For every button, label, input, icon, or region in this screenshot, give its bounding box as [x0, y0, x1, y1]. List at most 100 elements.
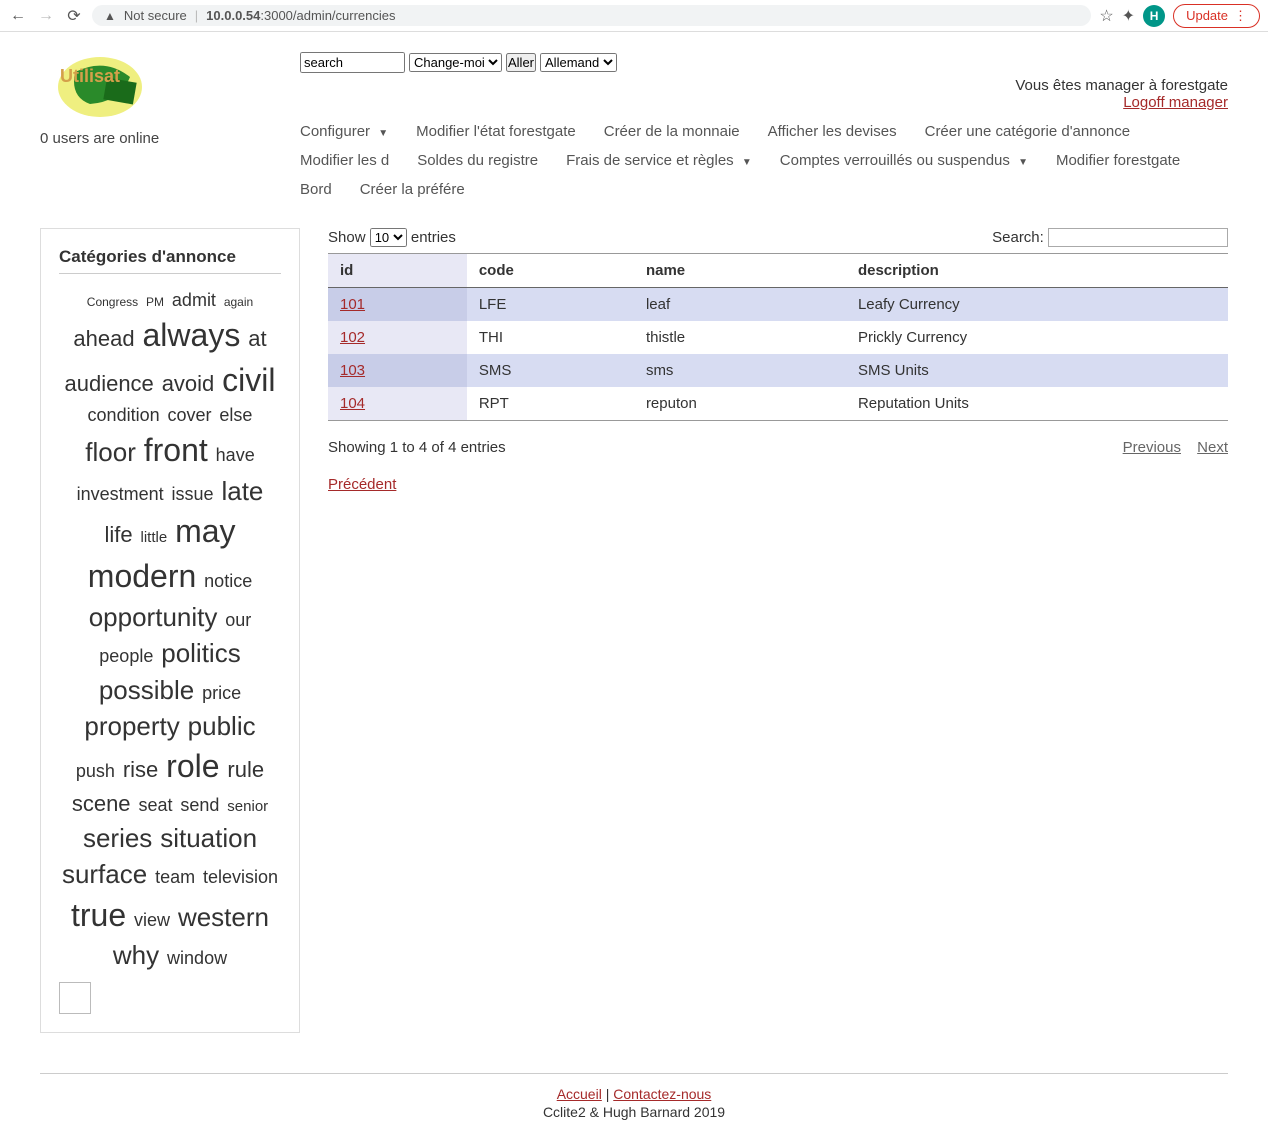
- tag[interactable]: always: [143, 317, 241, 353]
- tag[interactable]: scene: [72, 791, 131, 816]
- tag[interactable]: floor: [85, 437, 136, 467]
- column-header[interactable]: name: [634, 254, 846, 288]
- reload-icon[interactable]: ⟳: [64, 6, 84, 26]
- tag[interactable]: notice: [204, 571, 252, 591]
- tag[interactable]: admit: [172, 290, 216, 310]
- nav-item[interactable]: Créer la préfére: [360, 181, 465, 198]
- tag[interactable]: cover: [168, 405, 212, 425]
- tag[interactable]: senior: [227, 798, 268, 815]
- logoff-link[interactable]: Logoff manager: [1123, 94, 1228, 111]
- tag[interactable]: true: [71, 897, 126, 933]
- nav-item[interactable]: Modifier forestgate: [1056, 152, 1180, 169]
- nav-item[interactable]: Afficher les devises: [768, 123, 897, 140]
- nav-item[interactable]: Configurer ▼: [300, 123, 388, 140]
- tag[interactable]: public: [188, 711, 256, 741]
- tag[interactable]: television: [203, 867, 278, 887]
- tag[interactable]: ahead: [73, 326, 134, 351]
- tag[interactable]: rise: [123, 757, 158, 782]
- row-id-link[interactable]: 103: [340, 362, 365, 379]
- search-input[interactable]: [300, 52, 405, 73]
- nav-item[interactable]: Modifier les d: [300, 152, 389, 169]
- tag[interactable]: push: [76, 761, 115, 781]
- show-label: Show: [328, 229, 366, 246]
- tag[interactable]: seat: [138, 795, 172, 815]
- cell-name: reputon: [634, 387, 846, 421]
- column-header[interactable]: description: [846, 254, 1228, 288]
- tag[interactable]: opportunity: [89, 602, 218, 632]
- tag[interactable]: role: [166, 748, 219, 784]
- nav-item[interactable]: Créer de la monnaie: [604, 123, 740, 140]
- tag[interactable]: front: [144, 432, 208, 468]
- footer-contact-link[interactable]: Contactez-nous: [613, 1086, 711, 1102]
- tag[interactable]: at: [248, 326, 266, 351]
- search-select-1[interactable]: Change-moi: [409, 53, 502, 72]
- tag[interactable]: late: [221, 476, 263, 506]
- table-row: 103SMSsmsSMS Units: [328, 354, 1228, 387]
- nav-item[interactable]: Comptes verrouillés ou suspendus ▼: [780, 152, 1028, 169]
- tag[interactable]: politics: [161, 638, 240, 668]
- tag[interactable]: audience: [64, 371, 153, 396]
- tag[interactable]: rule: [227, 757, 264, 782]
- address-bar[interactable]: ▲ Not secure | 10.0.0.54:3000/admin/curr…: [92, 5, 1091, 26]
- previous-page[interactable]: Previous: [1123, 439, 1181, 456]
- forward-icon[interactable]: →: [36, 7, 56, 25]
- row-id-link[interactable]: 104: [340, 395, 365, 412]
- tag[interactable]: why: [113, 940, 159, 970]
- search-go-button[interactable]: Aller: [506, 53, 536, 72]
- table-search-input[interactable]: [1048, 228, 1228, 247]
- tag[interactable]: PM: [146, 295, 164, 309]
- tag[interactable]: issue: [172, 484, 214, 504]
- tag[interactable]: life: [104, 522, 132, 547]
- search-select-2[interactable]: Allemand: [540, 53, 617, 72]
- column-header[interactable]: code: [467, 254, 634, 288]
- tag[interactable]: investment: [77, 484, 164, 504]
- tag[interactable]: send: [180, 795, 219, 815]
- tag[interactable]: our: [225, 610, 251, 630]
- tag[interactable]: have: [216, 445, 255, 465]
- tag[interactable]: situation: [160, 823, 257, 853]
- update-button[interactable]: Update ⋮: [1173, 4, 1260, 28]
- footer-home-link[interactable]: Accueil: [557, 1086, 602, 1102]
- length-select[interactable]: 10: [370, 228, 407, 247]
- nav-item[interactable]: Créer une catégorie d'annonce: [925, 123, 1131, 140]
- tag[interactable]: surface: [62, 859, 147, 889]
- tag[interactable]: avoid: [162, 371, 215, 396]
- tag[interactable]: view: [134, 910, 170, 930]
- tag[interactable]: property: [84, 711, 179, 741]
- precedent-link[interactable]: Précédent: [328, 476, 396, 493]
- nav-item[interactable]: Bord: [300, 181, 332, 198]
- row-id-link[interactable]: 102: [340, 329, 365, 346]
- next-page[interactable]: Next: [1197, 439, 1228, 456]
- site-logo[interactable]: Utilisat: [50, 52, 160, 122]
- extensions-icon[interactable]: ✦: [1122, 6, 1135, 26]
- tag[interactable]: possible: [99, 675, 194, 705]
- tag[interactable]: western: [178, 902, 269, 932]
- tag[interactable]: little: [140, 529, 167, 546]
- tag[interactable]: else: [219, 405, 252, 425]
- kebab-icon[interactable]: ⋮: [1234, 8, 1247, 24]
- tag[interactable]: again: [224, 295, 253, 309]
- back-icon[interactable]: ←: [8, 7, 28, 25]
- tag[interactable]: price: [202, 683, 241, 703]
- main-nav: Configurer ▼ Modifier l'état forestgate Cr…: [300, 123, 1228, 198]
- cell-code: RPT: [467, 387, 634, 421]
- tag[interactable]: series: [83, 823, 152, 853]
- row-id-link[interactable]: 101: [340, 296, 365, 313]
- nav-item[interactable]: Frais de service et règles ▼: [566, 152, 752, 169]
- tag[interactable]: window: [167, 948, 227, 968]
- table-row: 101LFEleafLeafy Currency: [328, 288, 1228, 322]
- nav-item[interactable]: Modifier l'état forestgate: [416, 123, 576, 140]
- cell-code: LFE: [467, 288, 634, 322]
- tag[interactable]: modern: [88, 558, 197, 594]
- tag[interactable]: civil: [222, 362, 275, 398]
- column-header[interactable]: id: [328, 254, 467, 288]
- tag[interactable]: may: [175, 513, 235, 549]
- nav-item[interactable]: Soldes du registre: [417, 152, 538, 169]
- profile-avatar[interactable]: H: [1143, 5, 1165, 27]
- star-icon[interactable]: ☆: [1099, 6, 1113, 26]
- categories-sidebar: Catégories d'annonce Congress PM admit a…: [40, 228, 300, 1033]
- tag[interactable]: Congress: [87, 295, 138, 309]
- tag[interactable]: team: [155, 867, 195, 887]
- tag[interactable]: people: [99, 646, 153, 666]
- tag[interactable]: condition: [88, 405, 160, 425]
